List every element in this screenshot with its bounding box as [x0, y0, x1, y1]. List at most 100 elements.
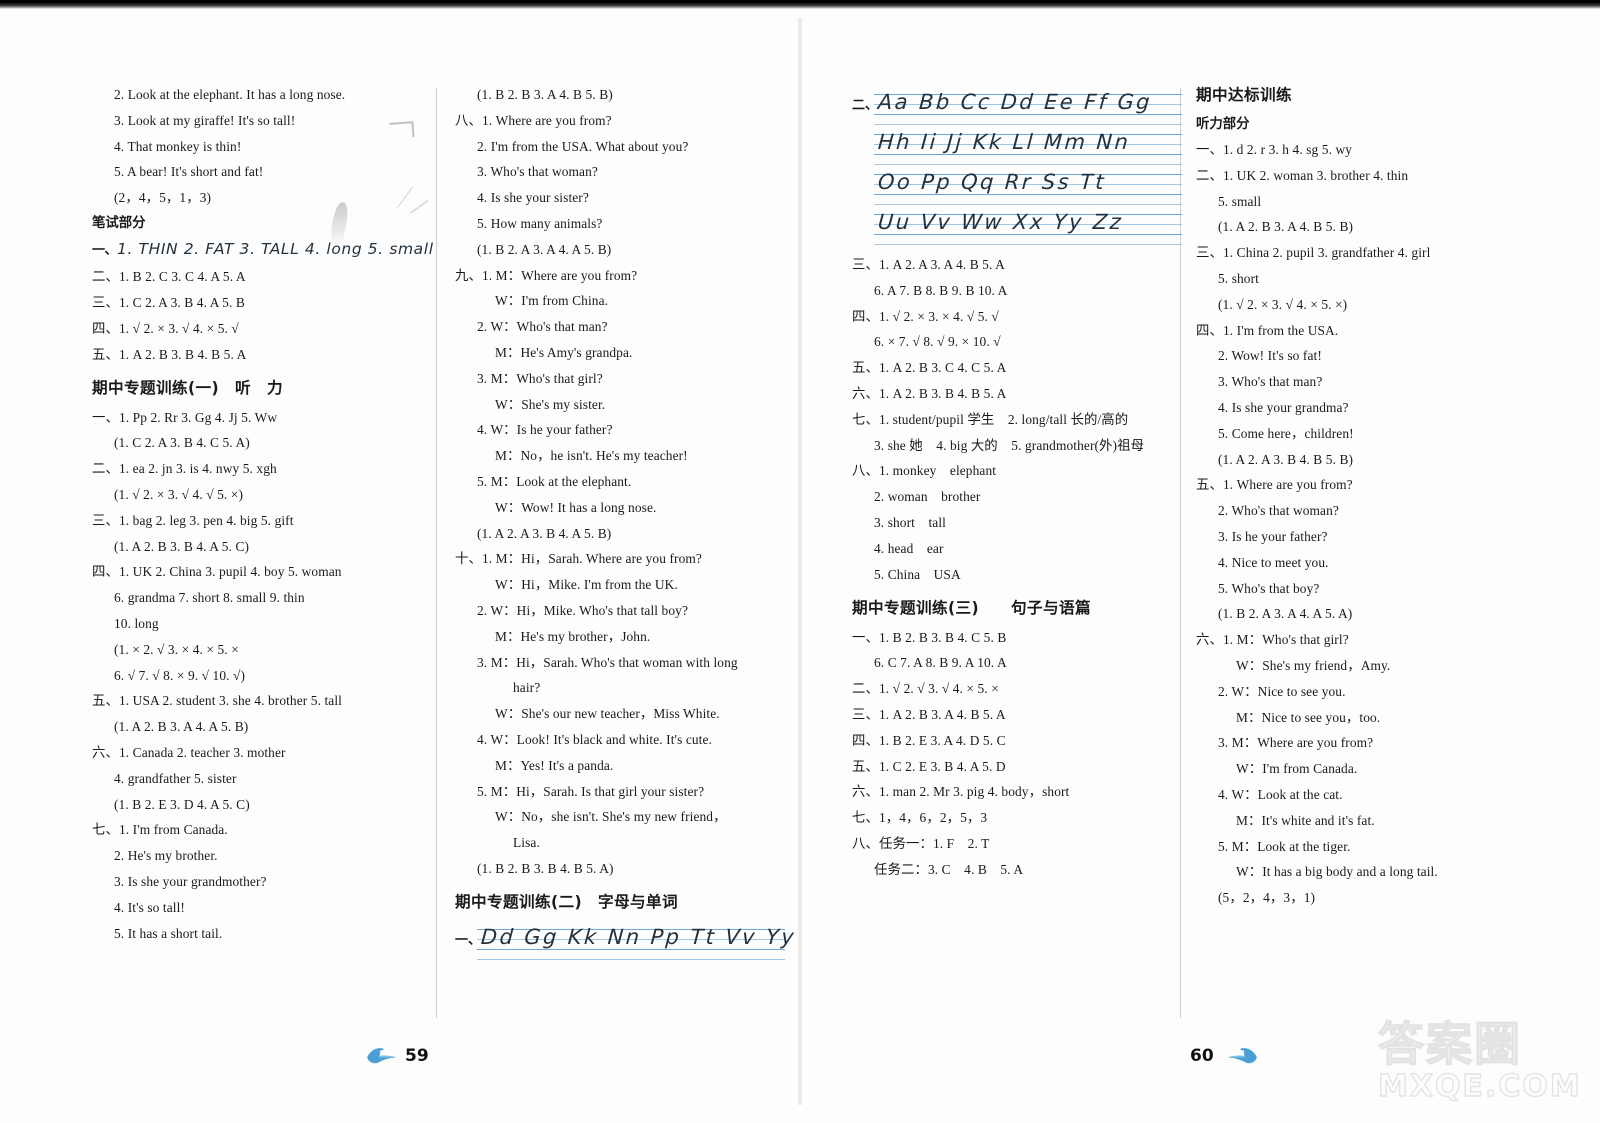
answer-line: 5. small [1218, 193, 1262, 209]
answer-line: W：Wow! It has a long nose. [495, 499, 657, 515]
answer-line: 二、1. ea 2. jn 3. is 4. nwy 5. xgh [92, 461, 277, 477]
answer-line: (1. B 2. B 3. B 4. B 5. A) [477, 860, 614, 876]
answer-line: (1. B 2. E 3. D 4. A 5. C) [114, 796, 250, 812]
answer-line: W：She's my friend，Amy. [1236, 657, 1391, 673]
section-title: 期中专题训练(一) 听 力 [92, 379, 283, 398]
answer-line: 6. × 7. √ 8. √ 9. × 10. √ [874, 334, 1001, 350]
answer-line: 3. Is he your father? [1218, 528, 1328, 544]
answer-line: (1. A 2. B 3. B 4. A 5. C) [114, 538, 250, 554]
answer-line: 五、1. A 2. B 3. C 4. C 5. A [852, 360, 1007, 376]
answer-line: 六、1. man 2. Mr 3. pig 4. body，short [852, 784, 1070, 800]
answer-line: 三、1. C 2. A 3. B 4. A 5. B [92, 295, 245, 311]
book-spine [798, 18, 802, 1105]
answer-line: M：He's Amy's grandpa. [495, 344, 633, 360]
answer-line: 3. M：Where are you from? [1218, 735, 1374, 751]
answer-line: 4. Is she your grandma? [1218, 399, 1349, 415]
answer-line: 四、1. √ 2. × 3. √ 4. × 5. √ [92, 320, 239, 336]
answer-line: (1. A 2. B 3. A 4. A 5. B) [114, 719, 249, 735]
page-number-right: 60 [1190, 1046, 1214, 1066]
answer-line: 2. W：Nice to see you. [1218, 683, 1346, 699]
answer-line: 5. Come here，children! [1218, 425, 1354, 441]
answer-line: 5. A bear! It's short and fat! [114, 164, 264, 180]
answer-line: 5. short [1218, 270, 1259, 286]
answer-line: 2. Wow! It's so fat! [1218, 348, 1322, 364]
answer-line: (1. A 2. A 3. B 4. A 5. B) [477, 525, 612, 541]
page-number-left: 59 [405, 1046, 429, 1066]
section-title: 期中达标训练 [1196, 86, 1292, 104]
answer-line: 3. Look at my giraffe! It's so tall! [114, 112, 296, 128]
answer-line: 2. I'm from the USA. What about you? [477, 138, 689, 154]
answer-line: 4. That monkey is thin! [114, 138, 242, 154]
answer-line: 2. He's my brother. [114, 848, 218, 864]
handwritten-letters: Hh Ii Jj Kk Ll Mm Nn [877, 130, 1132, 154]
answer-line: 四、1. UK 2. China 3. pupil 4. boy 5. woma… [92, 564, 342, 580]
answer-line: 六、1. M：Who's that girl? [1196, 632, 1349, 648]
answer-line: 5. M：Look at the tiger. [1218, 838, 1351, 854]
answer-line: 5. M：Hi，Sarah. Is that girl your sister? [477, 783, 705, 799]
answer-line: 5. Who's that boy? [1218, 580, 1320, 596]
answer-line: 4. W：Is he your father? [477, 422, 613, 438]
answer-line: 4. grandfather 5. sister [114, 770, 237, 786]
answer-line: 五、1. A 2. B 3. B 4. B 5. A [92, 346, 247, 362]
scanned-page-spread: 2. Look at the elephant. It has a long n… [0, 0, 1600, 1123]
answer-line: 三、1. bag 2. leg 3. pen 4. big 5. gift [92, 512, 294, 528]
answer-line: M：He's my brother，John. [495, 628, 651, 644]
handwritten-letters: Uu Vv Ww Xx Yy Zz [877, 210, 1124, 234]
item-marker: 一、 [92, 243, 118, 259]
answer-line: 5. It has a short tail. [114, 925, 223, 941]
answer-line: 4. head ear [874, 540, 944, 556]
handwriting-row: Uu Vv Ww Xx Yy Zz [852, 210, 1182, 248]
answer-line: 4. W：Look! It's black and white. It's cu… [477, 731, 712, 747]
answer-line: 三、1. China 2. pupil 3. grandfather 4. gi… [1196, 245, 1431, 261]
section-title: 期中专题训练(二) 字母与单词 [455, 893, 678, 912]
answer-line: 七、1，4，6，2，5，3 [852, 810, 988, 826]
dolphin-ornament-icon [367, 1048, 396, 1064]
answer-line: 二、1. B 2. C 3. C 4. A 5. A [92, 269, 246, 285]
answer-line: W：Hi，Mike. I'm from the UK. [495, 577, 678, 593]
answer-line-handwritten: 一、1. THIN 2. FAT 3. TALL 4. long 5. smal… [92, 242, 433, 259]
answer-line: 六、1. A 2. B 3. B 4. B 5. A [852, 385, 1007, 401]
answer-line: 一、1. B 2. B 3. B 4. C 5. B [852, 629, 1007, 645]
answer-line: (1. √ 2. × 3. √ 4. √ 5. ×) [114, 487, 244, 503]
answer-line: 2. woman brother [874, 489, 981, 505]
section-title: 期中专题训练(三) 句子与语篇 [852, 598, 1091, 617]
answer-line: 一、1. Pp 2. Rr 3. Gg 4. Jj 5. Ww [92, 409, 278, 425]
answer-line: 八、1. Where are you from? [455, 112, 612, 128]
answer-line: M：It's white and it's fat. [1236, 812, 1375, 828]
answer-line: 任务二：3. C 4. B 5. A [874, 861, 1024, 877]
answer-line: W：It has a big body and a long tail. [1236, 864, 1438, 880]
answer-line: 八、任务一：1. F 2. T [852, 835, 990, 851]
answer-line: (1. A 2. A 3. B 4. B 5. B) [1218, 451, 1354, 467]
handwritten-letters: Aa Bb Cc Dd Ee Ff Gg [877, 90, 1153, 114]
handwriting-row: 二、 Aa Bb Cc Dd Ee Ff Gg [852, 90, 1182, 128]
answer-line: 3. M：Who's that girl? [477, 370, 603, 386]
answer-line: 3. Is she your grandmother? [114, 874, 267, 890]
answer-line: W：No，she isn't. She's my new friend， [495, 809, 727, 825]
column-divider-1 [436, 88, 437, 1018]
handwriting-row: Hh Ii Jj Kk Ll Mm Nn [852, 130, 1182, 168]
answer-line: W：I'm from China. [495, 293, 609, 309]
watermark-chinese-text: 答案圈 [1377, 1017, 1522, 1071]
answer-line: 6. √ 7. √ 8. × 9. √ 10. √) [114, 667, 246, 683]
answer-line: 五、1. C 2. E 3. B 4. A 5. D [852, 758, 1006, 774]
answer-line: 二、1. √ 2. √ 3. √ 4. × 5. × [852, 681, 999, 697]
answer-line: (1. A 2. B 3. A 4. B 5. B) [1218, 219, 1354, 235]
answer-line: 三、1. A 2. B 3. A 4. B 5. A [852, 706, 1006, 722]
answer-line: 七、1. I'm from Canada. [92, 822, 228, 838]
answer-line: (1. C 2. A 3. B 4. C 5. A) [114, 435, 250, 451]
answer-line: (1. × 2. √ 3. × 4. × 5. × [114, 641, 239, 657]
answer-line: 2. W：Who's that man? [477, 319, 608, 335]
answer-line: 5. China USA [874, 566, 961, 582]
answer-column-1: 2. Look at the elephant. It has a long n… [92, 88, 433, 952]
watermark-url-text: MXQE.COM [1377, 1069, 1582, 1104]
site-watermark: 答案圈 MXQE.COM [1377, 1017, 1596, 1118]
answer-line: 4. Nice to meet you. [1218, 554, 1329, 570]
answer-line: 二、1. UK 2. woman 3. brother 4. thin [1196, 167, 1409, 183]
handwriting-practice-block: 一、 Dd Gg Kk Nn Pp Tt Vv Yy [455, 925, 797, 963]
answer-line: 6. A 7. B 8. B 9. B 10. A [874, 282, 1008, 298]
answer-line: 3. she 她 4. big 大的 5. grandmother(外)祖母 [874, 437, 1145, 453]
answer-line: (1. √ 2. × 3. √ 4. × 5. ×) [1218, 296, 1348, 312]
dolphin-ornament-icon [1228, 1048, 1257, 1064]
answer-line: 3. short tall [874, 514, 946, 530]
answer-line: 10. long [114, 616, 159, 632]
